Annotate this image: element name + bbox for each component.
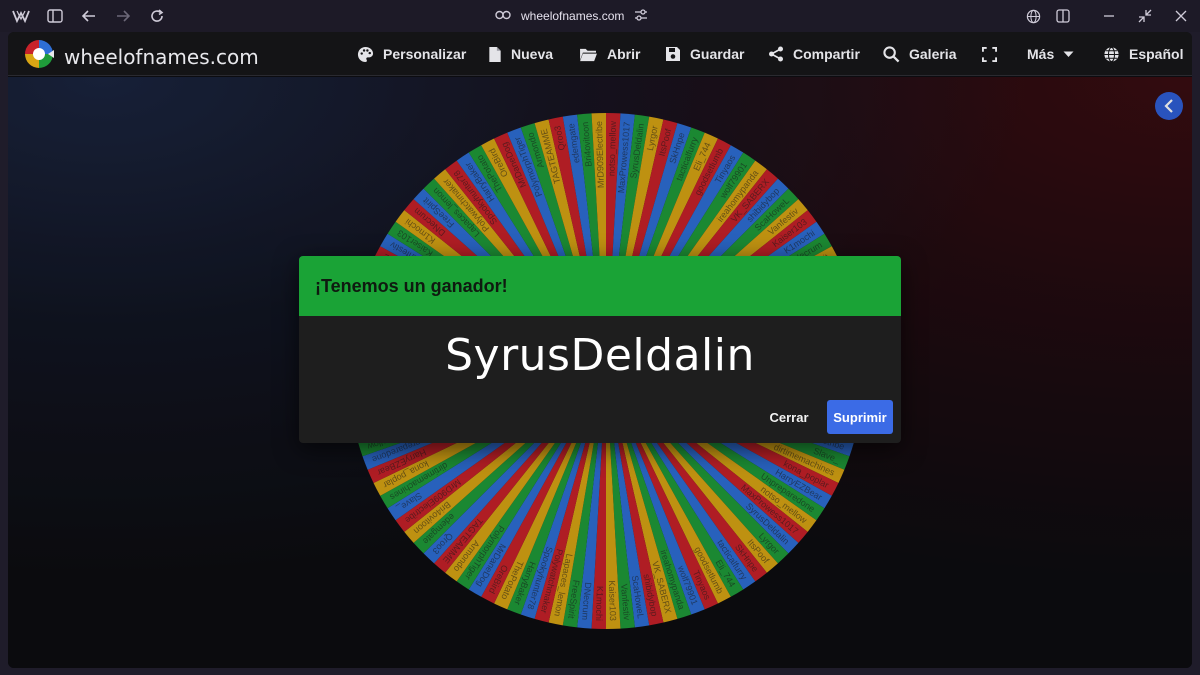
- forward-icon[interactable]: [113, 6, 133, 26]
- nav-open[interactable]: Abrir: [579, 32, 640, 76]
- nav-save-label: Guardar: [690, 46, 745, 62]
- folder-icon: [579, 47, 598, 62]
- sidebar-toggle-icon[interactable]: [45, 6, 65, 26]
- nav-share[interactable]: Compartir: [768, 32, 860, 76]
- remove-button[interactable]: Suprimir: [827, 400, 893, 434]
- wheel-logo-icon: [24, 39, 54, 74]
- nav-share-label: Compartir: [793, 46, 860, 62]
- minimize-icon[interactable]: [1099, 6, 1119, 26]
- close-button[interactable]: Cerrar: [761, 400, 817, 434]
- url-text[interactable]: wheelofnames.com: [521, 9, 624, 23]
- globe-icon: [1103, 46, 1120, 63]
- nav-new[interactable]: Nueva: [488, 32, 553, 76]
- browser-toolbar: wheelofnames.com: [0, 0, 1200, 32]
- share-icon: [768, 46, 784, 62]
- nav-new-label: Nueva: [511, 46, 554, 62]
- nav-save[interactable]: Guardar: [665, 32, 744, 76]
- top-navigation: wheelofnames.com Personalizar Nueva Abri…: [8, 32, 1192, 76]
- globe-icon[interactable]: [1023, 6, 1043, 26]
- brand[interactable]: wheelofnames.com: [24, 39, 259, 74]
- dialog-title: ¡Tenemos un ganador!: [299, 256, 901, 316]
- save-icon: [665, 46, 681, 62]
- nav-gallery[interactable]: Galeria: [883, 32, 956, 76]
- back-icon[interactable]: [79, 6, 99, 26]
- caret-down-icon: [1063, 51, 1074, 58]
- nav-customize[interactable]: Personalizar: [357, 32, 466, 76]
- nav-customize-label: Personalizar: [383, 46, 467, 62]
- palette-icon: [357, 46, 374, 63]
- brand-name: wheelofnames.com: [64, 44, 259, 69]
- address-bar[interactable]: wheelofnames.com: [495, 6, 648, 26]
- split-view-icon[interactable]: [1053, 6, 1073, 26]
- browser-logo-icon[interactable]: [11, 6, 31, 26]
- nav-open-label: Abrir: [607, 46, 641, 62]
- app-frame: wheelofnames.com Personalizar Nueva Abri…: [8, 32, 1192, 668]
- restore-icon[interactable]: [1135, 6, 1155, 26]
- nav-gallery-label: Galeria: [909, 46, 957, 62]
- nav-more[interactable]: Más: [1027, 32, 1074, 76]
- file-icon: [488, 46, 502, 63]
- winner-name: SyrusDeldalin: [445, 330, 755, 381]
- nav-language-label: Español: [1129, 46, 1184, 62]
- nav-language[interactable]: Español: [1103, 32, 1183, 76]
- winner-dialog: ¡Tenemos un ganador! SyrusDeldalin Cerra…: [299, 256, 901, 443]
- site-settings-icon[interactable]: [634, 8, 648, 24]
- link-icon: [495, 9, 511, 23]
- fullscreen-icon: [982, 46, 997, 62]
- reload-icon[interactable]: [147, 6, 167, 26]
- nav-more-label: Más: [1027, 46, 1055, 62]
- close-window-icon[interactable]: [1171, 6, 1191, 26]
- search-icon: [883, 45, 900, 63]
- nav-fullscreen[interactable]: [982, 32, 997, 76]
